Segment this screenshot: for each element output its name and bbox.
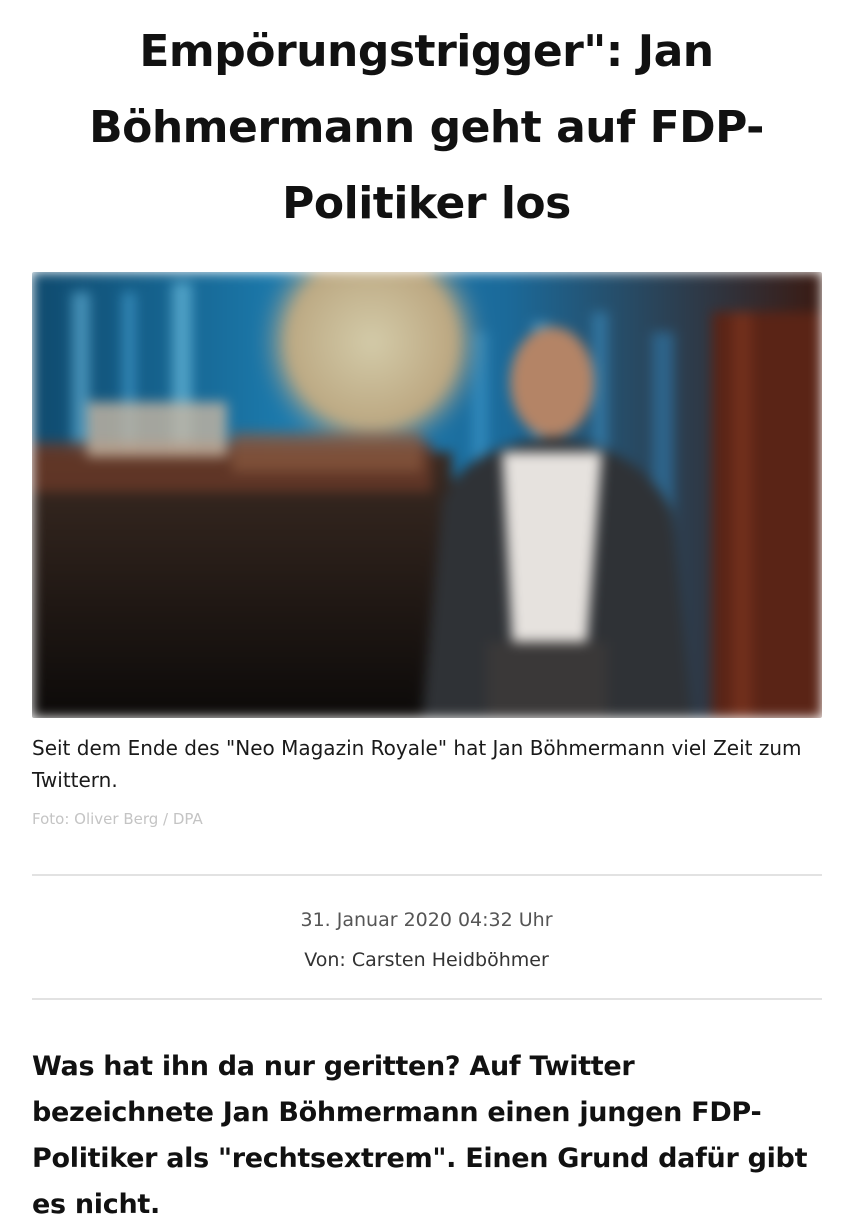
image-caption: Seit dem Ende des "Neo Magazin Royale" h… (32, 736, 802, 792)
divider (32, 874, 822, 876)
author-byline: Von: Carsten Heidböhmer (304, 949, 549, 971)
article-lead: Was hat ihn da nur geritten? Auf Twitter… (32, 1051, 808, 1220)
article-meta: 31. Januar 2020 04:32 Uhr Von: Carsten H… (0, 900, 853, 980)
blurred-studio-photo (32, 272, 822, 718)
article-hero-image[interactable] (32, 272, 822, 718)
article-headline: Empörungstrigger": Jan Böhmermann geht a… (89, 26, 764, 229)
image-credit: Foto: Oliver Berg / DPA (32, 810, 203, 828)
divider (32, 998, 822, 1000)
publish-date: 31. Januar 2020 04:32 Uhr (300, 909, 553, 931)
